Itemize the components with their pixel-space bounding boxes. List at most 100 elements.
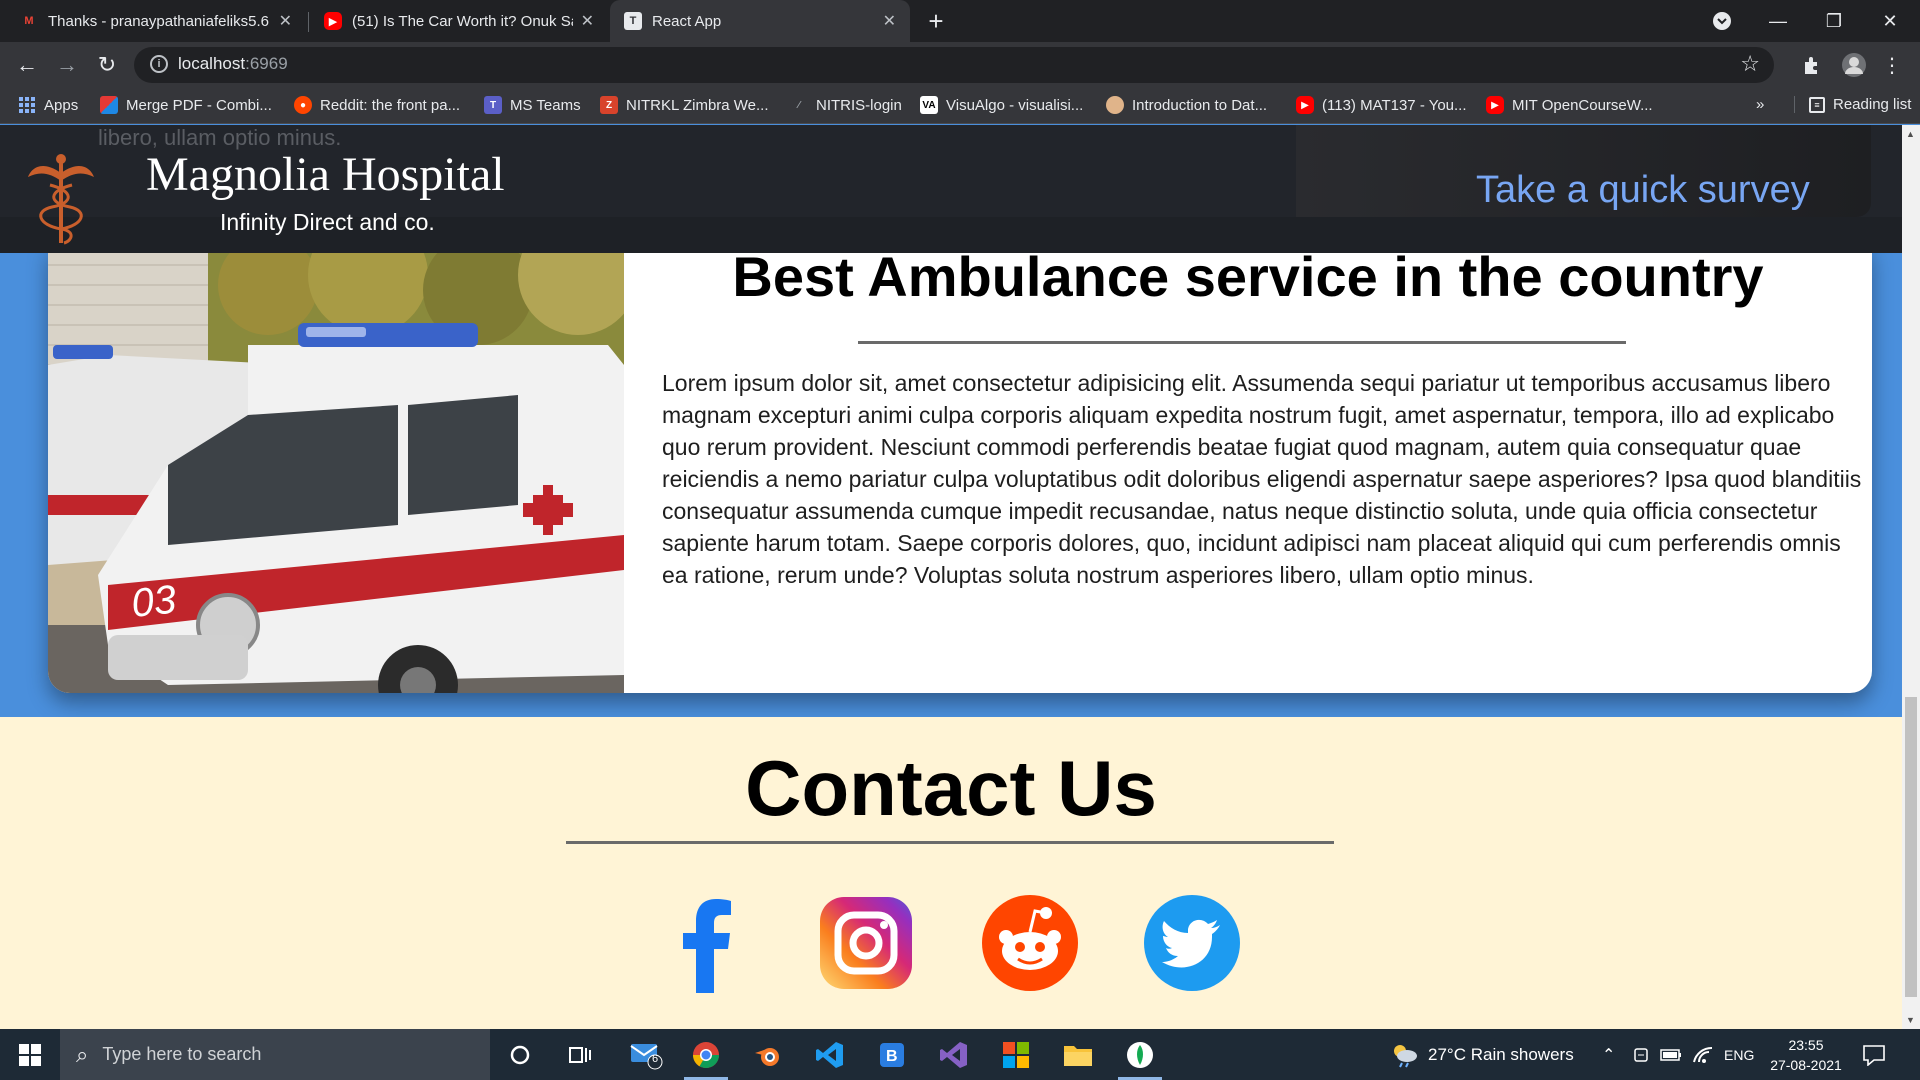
reload-icon[interactable]: ↻ bbox=[92, 50, 122, 80]
address-url[interactable]: localhost:6969 bbox=[178, 54, 288, 74]
system-clock[interactable]: 23:55 27-08-2021 bbox=[1766, 1035, 1846, 1075]
twitter-icon[interactable] bbox=[1142, 893, 1242, 993]
close-window-icon[interactable]: ✕ bbox=[1862, 0, 1918, 42]
minimize-icon[interactable]: — bbox=[1750, 0, 1806, 42]
notifications-icon[interactable] bbox=[1862, 1029, 1886, 1080]
forward-icon[interactable]: → bbox=[52, 50, 82, 80]
weather-widget[interactable]: 27°C Rain showers bbox=[1390, 1029, 1574, 1080]
bookmark-mat137[interactable]: ▶ (113) MAT137 - You... bbox=[1296, 96, 1467, 114]
bookmark-reddit[interactable]: ● Reddit: the front pa... bbox=[294, 96, 460, 114]
close-tab-icon[interactable]: ✕ bbox=[279, 11, 292, 31]
bookmark-zimbra[interactable]: Z NITRKL Zimbra We... bbox=[600, 96, 769, 114]
browser-toolbar: ← → ↻ i localhost:6969 ☆ ⋮ bbox=[0, 42, 1920, 88]
url-port: :6969 bbox=[245, 54, 288, 73]
hospital-name[interactable]: Magnolia Hospital bbox=[146, 147, 505, 202]
cortana-icon[interactable] bbox=[494, 1029, 546, 1080]
mail-app-icon[interactable]: 6 bbox=[620, 1029, 672, 1080]
bookmark-label: MIT OpenCourseW... bbox=[1512, 96, 1653, 114]
tab-title: Thanks - pranaypathaniafeliks5.6 bbox=[48, 12, 269, 30]
bookmark-label: Introduction to Dat... bbox=[1132, 96, 1268, 114]
mongodb-compass-icon[interactable] bbox=[1114, 1029, 1166, 1080]
address-bar[interactable]: i localhost:6969 ☆ bbox=[134, 47, 1774, 83]
bookmark-label: VisuAlgo - visualisi... bbox=[946, 96, 1084, 114]
avatar-icon bbox=[1106, 96, 1124, 114]
reading-list-button[interactable]: ≡ Reading list bbox=[1794, 96, 1911, 113]
site-info-icon[interactable]: i bbox=[150, 55, 168, 73]
back-icon[interactable]: ← bbox=[12, 50, 42, 80]
teams-icon: T bbox=[484, 96, 502, 114]
bookmark-label: Apps bbox=[44, 96, 79, 114]
page-scrollbar[interactable]: ▲ ▼ bbox=[1902, 125, 1920, 1029]
tab-title: (51) Is The Car Worth it? Onuk Sa bbox=[352, 12, 573, 30]
blue-b-app-icon[interactable]: B bbox=[866, 1029, 918, 1080]
ambulance-divider bbox=[858, 341, 1626, 344]
task-view-icon[interactable] bbox=[554, 1029, 606, 1080]
reading-list-icon: ≡ bbox=[1809, 96, 1825, 113]
merge-pdf-icon bbox=[100, 96, 118, 114]
scrollbar-thumb[interactable] bbox=[1905, 697, 1917, 997]
hospital-subtitle: Infinity Direct and co. bbox=[220, 209, 435, 235]
bookmark-star-icon[interactable]: ☆ bbox=[1740, 51, 1760, 77]
bookmark-mit-ocw[interactable]: ▶ MIT OpenCourseW... bbox=[1486, 96, 1653, 114]
scroll-up-icon[interactable]: ▲ bbox=[1906, 129, 1915, 139]
taskbar-search-placeholder: Type here to search bbox=[102, 1044, 262, 1064]
windows-taskbar: ⌕ Type here to search 6 B 27°C Rain show… bbox=[0, 1029, 1920, 1080]
windows-start-icon[interactable] bbox=[0, 1029, 60, 1080]
instagram-icon[interactable] bbox=[816, 893, 916, 993]
quick-survey-link[interactable]: Take a quick survey bbox=[1476, 169, 1810, 212]
facebook-icon[interactable] bbox=[656, 893, 756, 993]
close-tab-icon[interactable]: ✕ bbox=[581, 11, 594, 31]
caduceus-logo-icon[interactable] bbox=[26, 151, 96, 245]
bookmark-intro-data[interactable]: Introduction to Dat... bbox=[1106, 96, 1267, 114]
page-viewport: 03 Best Ambulance service in the country… bbox=[0, 125, 1902, 1029]
contact-divider bbox=[566, 841, 1334, 844]
apps-grid-icon bbox=[18, 96, 36, 114]
ambulance-card: 03 Best Ambulance service in the country… bbox=[48, 245, 1872, 693]
more-bookmarks-button[interactable]: » bbox=[1756, 96, 1764, 113]
clock-date: 27-08-2021 bbox=[1770, 1057, 1842, 1073]
new-tab-button[interactable]: + bbox=[908, 0, 964, 42]
bookmark-label: NITRIS-login bbox=[816, 96, 902, 114]
wifi-icon[interactable] bbox=[1692, 1029, 1714, 1080]
tab-gmail[interactable]: M Thanks - pranaypathaniafeliks5.6 ✕ bbox=[6, 0, 306, 42]
tray-chevron-icon[interactable]: ⌃ bbox=[1602, 1029, 1615, 1080]
chrome-app-icon[interactable] bbox=[680, 1029, 732, 1080]
youtube-icon: ▶ bbox=[1486, 96, 1504, 114]
bookmark-nitris[interactable]: ⁄ NITRIS-login bbox=[790, 96, 902, 114]
restore-icon[interactable]: ❐ bbox=[1806, 0, 1862, 42]
browser-menu-icon[interactable]: ⋮ bbox=[1878, 51, 1906, 79]
contact-section: Contact Us bbox=[0, 717, 1902, 1029]
url-host: localhost bbox=[178, 54, 246, 73]
language-indicator[interactable]: ENG bbox=[1724, 1029, 1754, 1080]
bookmark-merge-pdf[interactable]: Merge PDF - Combi... bbox=[100, 96, 272, 114]
bookmark-ms-teams[interactable]: T MS Teams bbox=[484, 96, 581, 114]
react-icon: T bbox=[624, 12, 642, 30]
profile-avatar[interactable] bbox=[1840, 51, 1868, 79]
youtube-icon: ▶ bbox=[324, 12, 342, 30]
taskbar-search-box[interactable]: ⌕ Type here to search bbox=[60, 1029, 490, 1080]
tab-separator bbox=[308, 12, 309, 32]
office-app-icon[interactable] bbox=[990, 1029, 1042, 1080]
bookmark-apps[interactable]: Apps bbox=[18, 96, 78, 114]
scroll-down-icon[interactable]: ▼ bbox=[1906, 1015, 1915, 1025]
reddit-icon[interactable] bbox=[980, 893, 1080, 993]
tab-youtube[interactable]: ▶ (51) Is The Car Worth it? Onuk Sa ✕ bbox=[310, 0, 608, 42]
tray-device-icon[interactable] bbox=[1632, 1029, 1650, 1080]
extensions-icon[interactable] bbox=[1798, 51, 1826, 79]
reddit-icon: ● bbox=[294, 96, 312, 114]
tab-search-icon[interactable] bbox=[1694, 0, 1750, 42]
visual-studio-app-icon[interactable] bbox=[928, 1029, 980, 1080]
close-tab-icon[interactable]: ✕ bbox=[883, 11, 896, 31]
file-explorer-icon[interactable] bbox=[1052, 1029, 1104, 1080]
bookmarks-bar: Apps Merge PDF - Combi... ● Reddit: the … bbox=[0, 88, 1920, 124]
vehicle-number: 03 bbox=[129, 578, 178, 626]
bookmark-visualgo[interactable]: VA VisuAlgo - visualisi... bbox=[920, 96, 1083, 114]
weather-text: 27°C Rain showers bbox=[1428, 1044, 1574, 1064]
tab-react-app[interactable]: T React App ✕ bbox=[610, 0, 910, 42]
visualgo-icon: VA bbox=[920, 96, 938, 114]
blender-app-icon[interactable] bbox=[742, 1029, 794, 1080]
battery-icon[interactable] bbox=[1660, 1029, 1682, 1080]
svg-text:B: B bbox=[886, 1048, 898, 1065]
vscode-app-icon[interactable] bbox=[804, 1029, 856, 1080]
bookmark-label: NITRKL Zimbra We... bbox=[626, 96, 769, 114]
